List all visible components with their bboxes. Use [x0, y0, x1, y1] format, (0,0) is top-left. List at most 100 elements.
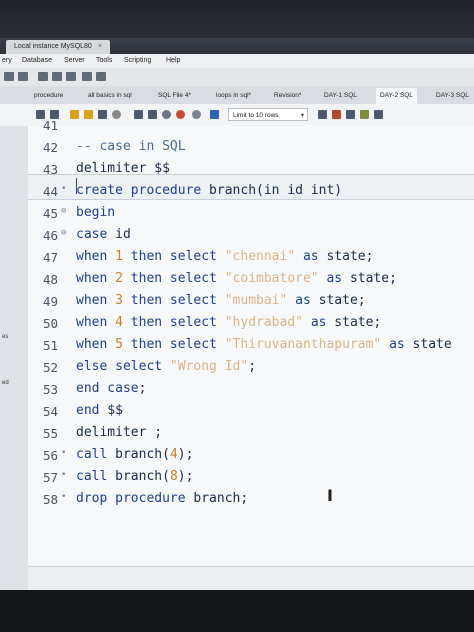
code-line[interactable]: 52 else select "Wrong Id"; — [28, 358, 474, 379]
code-text: call branch(8); — [76, 469, 193, 484]
code-line[interactable]: 42 -- case in SQL — [28, 138, 474, 159]
close-icon[interactable]: × — [98, 43, 102, 50]
code-line[interactable]: 58 • drop procedure branch; — [28, 490, 474, 511]
code-line[interactable]: 55 delimiter ; — [28, 424, 474, 445]
table-icon[interactable] — [52, 72, 62, 81]
code-line[interactable]: 51 when 5 then select "Thiruvananthapuram… — [28, 336, 474, 357]
menu-scripting[interactable]: Scripting — [124, 57, 151, 64]
menu-bar: ery Database Server Tools Scripting Help — [0, 54, 474, 68]
code-text: when 5 then select "Thiruvananthapuram" … — [76, 337, 452, 352]
menu-query[interactable]: ery — [2, 57, 12, 64]
code-line[interactable]: 48 when 2 then select "coimbatore" as sta… — [28, 270, 474, 291]
workbench-window: Local instance MySQL80 × ery Database Ser… — [0, 38, 474, 598]
code-text: end $$ — [76, 403, 123, 418]
code-text: end case; — [76, 381, 146, 396]
token-txt: ; — [138, 381, 147, 396]
token-kw: as — [389, 337, 405, 352]
menu-tools[interactable]: Tools — [96, 57, 112, 64]
view-icon[interactable] — [66, 72, 76, 81]
line-number: 43 — [42, 162, 58, 177]
token-str: "Wrong Id" — [162, 359, 249, 374]
token-txt: branch( — [107, 447, 170, 462]
code-line[interactable]: 50 when 4 then select "hydrabad" as state… — [28, 314, 474, 335]
tab-procedure[interactable]: procedure — [30, 88, 67, 104]
code-text: when 3 then select "mumbai" as state; — [76, 293, 366, 308]
token-kw: call — [76, 447, 108, 462]
menu-server[interactable]: Server — [64, 57, 85, 64]
code-line[interactable]: 54 end $$ — [28, 402, 474, 423]
line-number: 54 — [42, 404, 58, 419]
token-txt: state — [404, 337, 452, 352]
line-number: 45 — [42, 206, 58, 221]
code-line[interactable]: 45 ⊖ begin — [28, 204, 474, 225]
token-num: 3 — [107, 293, 131, 308]
token-num: 1 — [107, 249, 131, 264]
code-text: when 2 then select "coimbatore" as state… — [76, 271, 397, 286]
schema-icon[interactable] — [38, 72, 48, 81]
token-str: "hydrabad" — [216, 315, 311, 330]
fold-marker-icon[interactable]: ⊖ — [61, 228, 66, 238]
token-kw: then select — [130, 293, 217, 308]
navigator-label-1: es — [2, 334, 9, 340]
line-number: 44 — [42, 184, 58, 199]
new-sql-tab-icon[interactable] — [4, 72, 14, 81]
sql-editor[interactable]: 41 42 -- case in SQL 43 delimiter $$ 44 • creat… — [28, 118, 474, 566]
tab-sql-file-4[interactable]: SQL File 4* — [154, 88, 195, 104]
line-number: 47 — [42, 250, 58, 265]
token-kw: as — [326, 271, 343, 286]
token-num: 2 — [107, 271, 131, 286]
code-text: -- case in SQL — [76, 139, 186, 154]
fold-marker-icon[interactable]: ⊖ — [61, 206, 66, 216]
line-number: 53 — [42, 382, 58, 397]
connection-tab-label: Local instance MySQL80 — [14, 43, 92, 50]
code-line[interactable]: 49 when 3 then select "mumbai" as state; — [28, 292, 474, 313]
tab-loops-in-sql[interactable]: loops in sql* — [212, 88, 255, 104]
code-line[interactable]: 44 • create procedure branch(in id int) — [28, 182, 474, 203]
tab-day-2-sql[interactable]: DAY-2 SQL — [376, 88, 417, 104]
code-line[interactable]: 46 ⊖ case id — [28, 226, 474, 247]
token-txt: ; — [248, 359, 257, 374]
code-line[interactable]: 56 • call branch(4); — [28, 446, 474, 467]
token-kw: drop procedure — [76, 491, 186, 506]
token-str: "mumbai" — [216, 293, 296, 308]
token-kw: call — [76, 469, 108, 484]
token-txt: state; — [318, 249, 374, 264]
line-number: 46 — [42, 228, 58, 243]
code-line[interactable]: 57 • call branch(8); — [28, 468, 474, 489]
line-number: 52 — [42, 360, 58, 375]
token-txt: ); — [177, 447, 194, 462]
function-icon[interactable] — [96, 72, 106, 81]
connection-tab[interactable]: Local instance MySQL80 × — [6, 40, 110, 54]
code-line[interactable]: 43 delimiter $$ — [28, 160, 474, 181]
menu-help[interactable]: Help — [166, 57, 180, 64]
token-kw: create procedure — [76, 183, 202, 198]
token-kw: begin — [76, 205, 116, 220]
token-num: 4 — [169, 447, 178, 462]
procedure-icon[interactable] — [82, 72, 92, 81]
tab-day-1-sql[interactable]: DAY-1 SQL — [320, 88, 361, 104]
token-txt: branch; — [185, 491, 249, 506]
line-number: 48 — [42, 272, 58, 287]
menu-database[interactable]: Database — [22, 57, 52, 64]
code-line[interactable]: 41 — [28, 116, 474, 137]
code-text: delimiter $$ — [76, 161, 170, 176]
monitor-bottom-bezel — [0, 590, 474, 632]
token-kw: case — [76, 227, 108, 242]
token-kw: when — [76, 249, 108, 264]
line-number: 55 — [42, 426, 58, 441]
tab-all-basics[interactable]: all basics in sql — [84, 88, 136, 104]
open-sql-icon[interactable] — [18, 72, 28, 81]
token-txt: delimiter ; — [76, 425, 163, 440]
fold-marker-icon: • — [61, 492, 67, 502]
tab-day-3-sql[interactable]: DAY-3 SQL — [432, 88, 473, 104]
code-text: when 4 then select "hydrabad" as state; — [76, 315, 381, 330]
token-kw: then select — [130, 249, 217, 264]
token-kw: then select — [130, 337, 217, 352]
code-line[interactable]: 53 end case; — [28, 380, 474, 401]
tab-revision[interactable]: Revision* — [270, 88, 305, 104]
line-number: 57 — [42, 470, 58, 485]
line-number: 56 — [42, 448, 58, 463]
title-bar: Local instance MySQL80 × — [0, 38, 474, 54]
token-kw: as — [295, 293, 311, 308]
code-line[interactable]: 47 when 1 then select "chennai" as state; — [28, 248, 474, 269]
